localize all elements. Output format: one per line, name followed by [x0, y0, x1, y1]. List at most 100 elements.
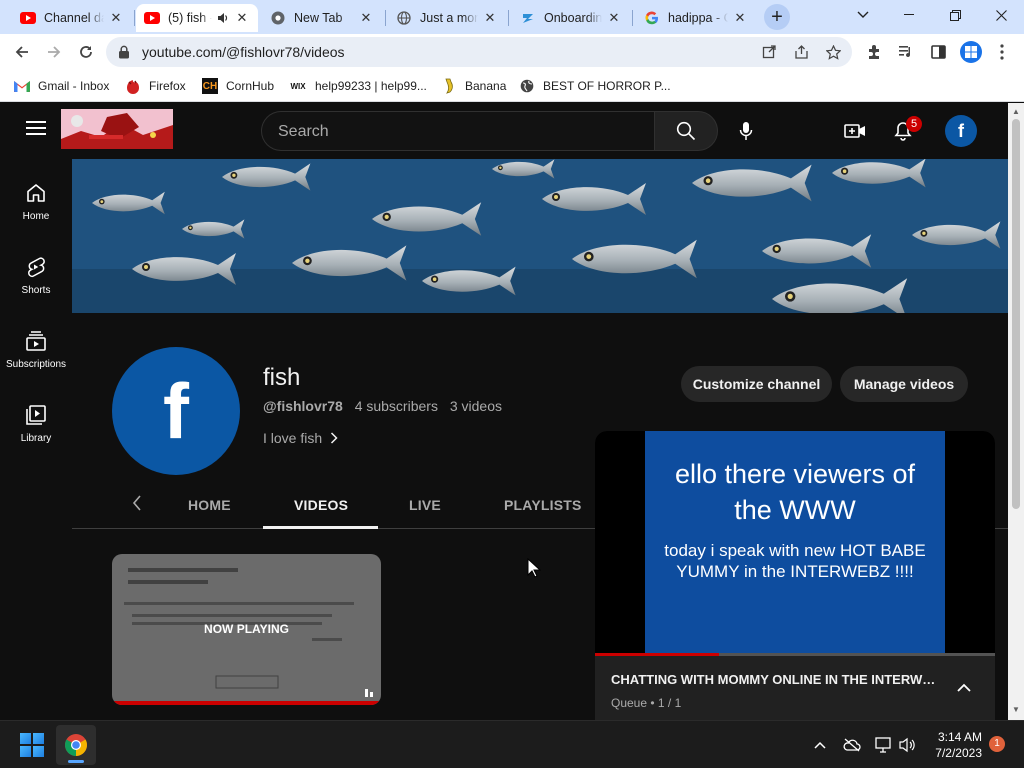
search-input[interactable]: Search [261, 111, 655, 151]
tab-title: hadippa - Google Search [668, 11, 728, 25]
guide-label: Library [20, 433, 52, 444]
guide-item-home[interactable]: Home [0, 181, 72, 222]
tab-separator [632, 10, 633, 26]
google-icon [644, 10, 660, 26]
channel-avatar: f [112, 347, 240, 475]
close-icon[interactable]: ✕ [358, 10, 374, 26]
start-button[interactable] [20, 733, 44, 757]
close-icon[interactable]: ✕ [108, 10, 124, 26]
youtube-page: Search 5 f Home Shorts Subscriptions Lib [0, 103, 1008, 720]
tab-home[interactable]: HOME [188, 497, 231, 513]
minimize-button[interactable] [886, 0, 932, 30]
close-icon[interactable]: ✕ [732, 10, 748, 26]
browser-tab[interactable]: Channel dashboard ✕ [12, 4, 132, 32]
miniplayer-progress-bar[interactable] [595, 653, 995, 656]
video-frame: ello there viewers of the WWW today i sp… [645, 431, 945, 656]
manage-videos-button[interactable]: Manage videos [840, 366, 968, 402]
banana-icon [441, 78, 457, 94]
scroll-down-icon[interactable]: ▼ [1012, 705, 1020, 714]
miniplayer[interactable]: ello there viewers of the WWW today i sp… [595, 431, 995, 720]
bookmark-item[interactable]: CH CornHub [202, 77, 274, 95]
taskbar-chrome-button[interactable] [56, 725, 96, 765]
bookmark-item[interactable]: WIX help99233 | help99... [289, 77, 426, 95]
profile-avatar[interactable] [960, 41, 982, 63]
arrow-left-icon [15, 46, 28, 58]
volume-icon[interactable] [898, 735, 918, 755]
bookmark-item[interactable]: Gmail - Inbox [14, 77, 109, 95]
youtube-logo[interactable] [61, 109, 173, 149]
tab-title: Just a moment... [420, 11, 478, 25]
video-thumbnail[interactable]: NOW PLAYING [112, 554, 381, 705]
browser-tab-strip: Channel dashboard ✕ (5) fish - YouTube ✕… [0, 0, 1024, 34]
channel-description-link[interactable]: I love fish [263, 430, 338, 446]
bookmark-label: Gmail - Inbox [38, 79, 110, 93]
network-icon[interactable] [874, 735, 894, 755]
channel-banner [72, 159, 1008, 313]
wix-icon: WIX [290, 81, 306, 91]
address-bar[interactable]: youtube.com/@fishlovr78/videos [106, 37, 852, 67]
close-icon[interactable]: ✕ [234, 10, 250, 26]
tab-videos[interactable]: VIDEOS [294, 497, 348, 513]
new-tab-button[interactable]: + [764, 4, 790, 30]
library-icon [24, 403, 48, 427]
close-window-button[interactable] [978, 0, 1024, 30]
extensions-icon[interactable] [864, 42, 884, 62]
tab-separator [385, 10, 386, 26]
page-scrollbar[interactable]: ▲ ▼ [1008, 103, 1024, 720]
browser-tab[interactable]: New Tab ✕ [262, 4, 382, 32]
browser-tab[interactable]: Just a moment... ✕ [388, 4, 506, 32]
clock-date: 7/2/2023 [935, 746, 982, 760]
media-control-icon[interactable] [896, 42, 916, 62]
browser-tab[interactable]: hadippa - Google Search ✕ [636, 4, 756, 32]
reload-icon [80, 46, 92, 58]
miniplayer-video[interactable]: ello there viewers of the WWW today i sp… [595, 431, 995, 656]
globe-icon [396, 10, 412, 26]
guide-item-subscriptions[interactable]: Subscriptions [0, 329, 72, 370]
kebab-menu-icon[interactable] [992, 42, 1012, 62]
open-in-app-icon[interactable] [760, 43, 778, 61]
share-icon[interactable] [792, 43, 810, 61]
chevron-up-icon[interactable] [810, 735, 830, 755]
mouse-cursor-icon [527, 558, 541, 578]
tabs-scroll-left-button[interactable] [132, 495, 142, 516]
browser-tab[interactable]: Onboarding ✕ [512, 4, 630, 32]
expand-queue-button[interactable] [957, 679, 971, 697]
guide-label: Shorts [21, 285, 51, 296]
scrollbar-thumb[interactable] [1012, 119, 1020, 509]
create-video-button[interactable] [839, 115, 871, 147]
guide-label: Home [22, 211, 50, 222]
search-button[interactable] [654, 111, 718, 151]
guide-item-shorts[interactable]: Shorts [0, 255, 72, 296]
browser-tab-active[interactable]: (5) fish - YouTube ✕ [136, 4, 258, 32]
tab-playlists[interactable]: PLAYLISTS [504, 497, 582, 513]
bookmark-item[interactable]: Firefox [125, 77, 186, 95]
subscriptions-icon [24, 329, 48, 353]
chrome-icon [270, 10, 286, 26]
guide-item-library[interactable]: Library [0, 403, 72, 444]
voice-search-button[interactable] [730, 115, 762, 147]
system-clock[interactable]: 3:14 AM 7/2/2023 [930, 729, 982, 761]
cloud-off-icon[interactable] [842, 735, 862, 755]
account-avatar[interactable]: f [945, 115, 977, 147]
back-button[interactable] [8, 38, 36, 66]
firefox-icon [125, 78, 141, 94]
reload-button[interactable] [72, 38, 100, 66]
close-icon[interactable]: ✕ [606, 10, 622, 26]
close-icon[interactable]: ✕ [482, 10, 498, 26]
forward-button[interactable] [40, 38, 68, 66]
selected-tab-indicator [263, 526, 378, 529]
bookmark-item[interactable]: Banana [441, 77, 506, 95]
tab-search-button[interactable] [840, 0, 886, 30]
speaker-icon[interactable] [216, 10, 230, 26]
scroll-up-icon[interactable]: ▲ [1012, 107, 1020, 116]
restore-button[interactable] [932, 0, 978, 30]
star-icon[interactable] [824, 43, 842, 61]
hamburger-menu-icon[interactable] [26, 121, 46, 139]
fish-school-banner-image [72, 159, 1008, 313]
tab-live[interactable]: LIVE [409, 497, 441, 513]
side-panel-icon[interactable] [928, 42, 948, 62]
bookmark-item[interactable]: BEST OF HORROR P... [519, 77, 671, 95]
microphone-icon [739, 122, 753, 140]
customize-channel-button[interactable]: Customize channel [681, 366, 832, 402]
notification-center-badge[interactable]: 1 [989, 736, 1005, 752]
